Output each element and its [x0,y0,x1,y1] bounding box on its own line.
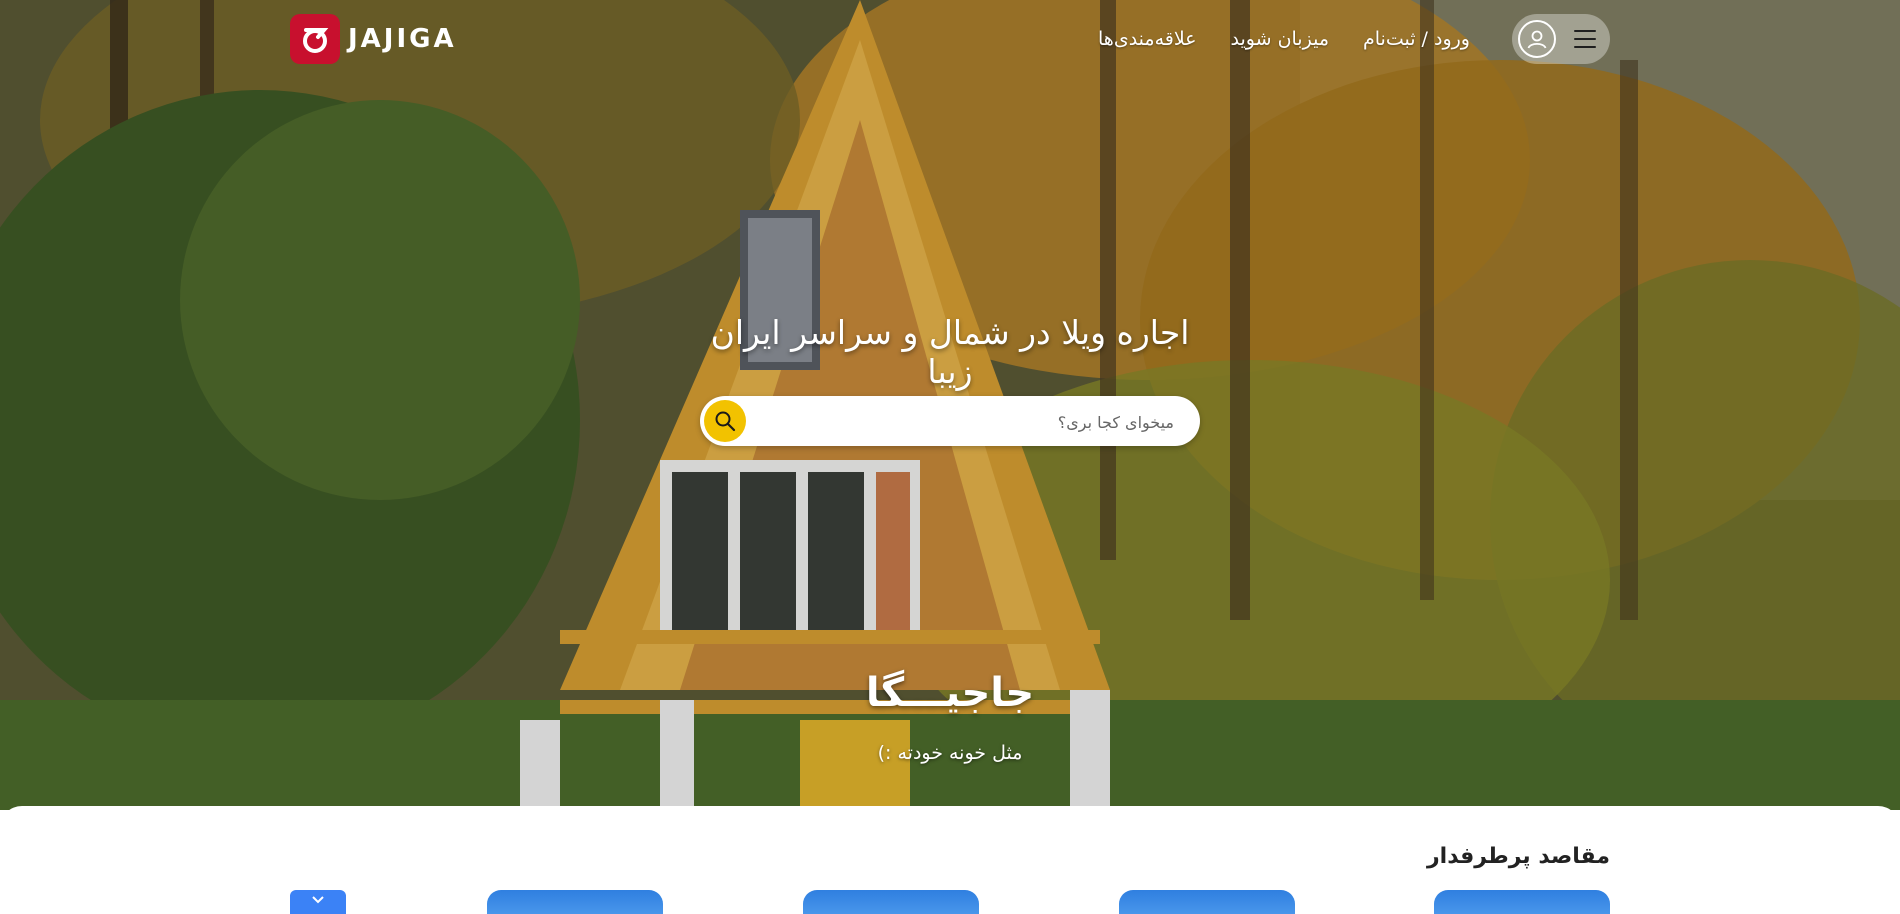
carousel-scroll-button[interactable] [290,890,346,914]
destination-card[interactable] [1434,890,1610,914]
hero-brand-name: جاجیـــگا [865,670,1035,716]
user-menu-button[interactable] [1512,14,1610,64]
site-header: JAJIGA ورود / ثبت‌نام میزبان شوید علاقه‌… [290,14,1610,64]
hero-tagline: مثل خونه خودته :) [877,742,1023,764]
nav-login-link[interactable]: ورود / ثبت‌نام [1363,28,1470,50]
main-nav: ورود / ثبت‌نام میزبان شوید علاقه‌مندی‌ها [1098,14,1470,64]
search-button[interactable] [704,400,746,442]
user-avatar-icon [1518,20,1556,58]
chevron-down-icon [312,896,324,904]
destination-cards [0,890,1900,914]
destination-card[interactable] [803,890,979,914]
logo-text: JAJIGA [348,24,457,54]
hamburger-menu-icon [1574,30,1596,48]
destination-search-box [700,396,1200,448]
search-icon [715,411,736,432]
nav-host-link[interactable]: میزبان شوید [1231,28,1329,50]
page: JAJIGA ورود / ثبت‌نام میزبان شوید علاقه‌… [0,0,1900,914]
destination-card[interactable] [487,890,663,914]
site-logo[interactable]: JAJIGA [290,14,457,64]
destination-card[interactable] [1119,890,1295,914]
destination-search-input[interactable] [772,396,1176,448]
hero-headline: اجاره ویلا در شمال و سراسر ایران زیبا [710,313,1190,391]
nav-favorites-link[interactable]: علاقه‌مندی‌ها [1098,28,1197,50]
jajiga-logo-icon [290,14,340,64]
section-title: مقاصد پرطرفدار [1426,844,1610,869]
